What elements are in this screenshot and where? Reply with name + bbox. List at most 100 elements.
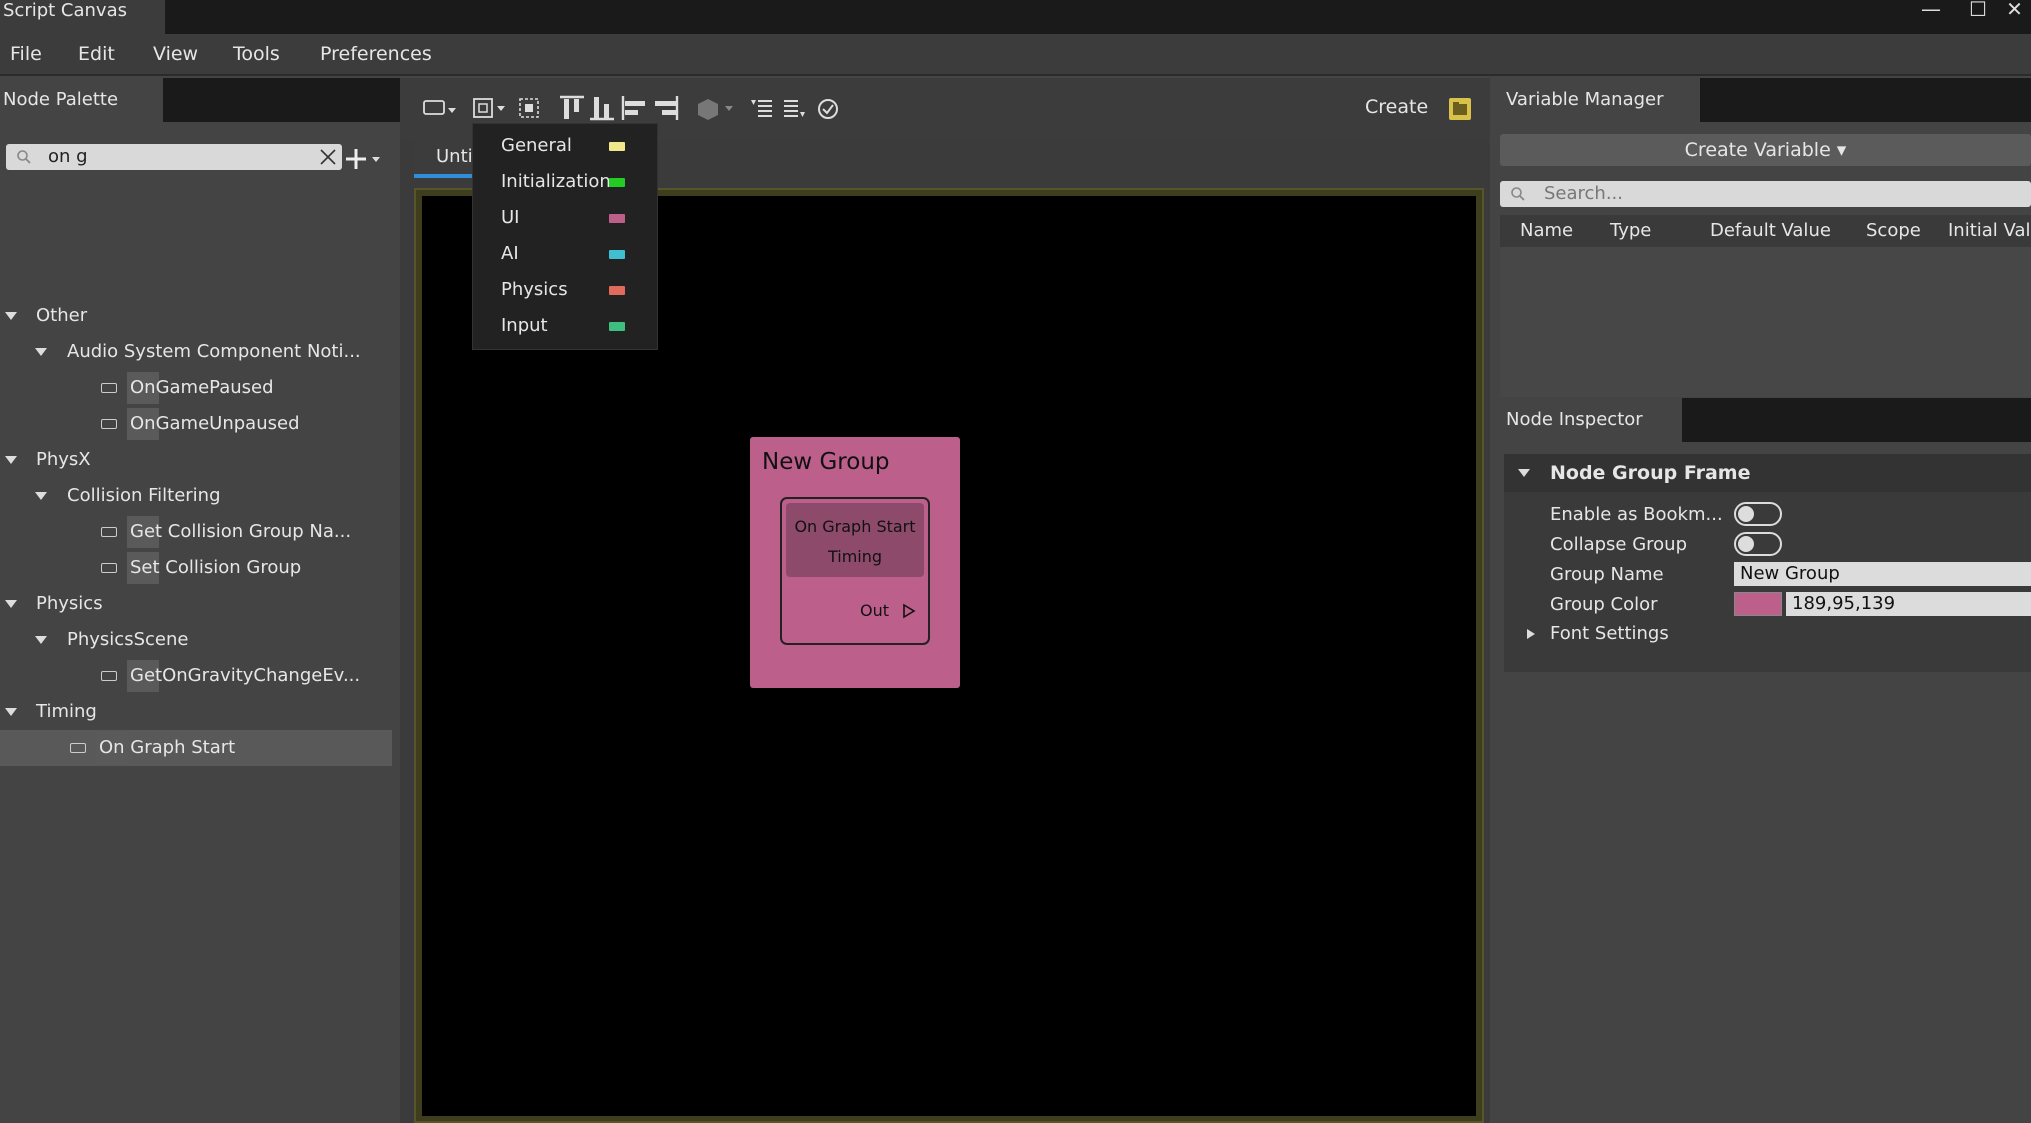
minimize-button[interactable]: — xyxy=(1908,0,1954,22)
group-name-field[interactable]: New Group xyxy=(1734,562,2031,586)
tab-node-inspector[interactable]: Node Inspector xyxy=(1492,398,1682,442)
menu-view[interactable]: View xyxy=(153,34,198,74)
align-bottom-icon[interactable] xyxy=(588,94,616,122)
create-group-icon[interactable] xyxy=(472,96,508,122)
palette-tree-item[interactable]: GetOnGravityChangeEv... xyxy=(0,658,392,694)
group-title[interactable]: New Group xyxy=(762,449,890,475)
tree-item-label: Physics xyxy=(36,593,103,614)
comment-icon[interactable] xyxy=(422,98,458,122)
on-graph-start-node[interactable]: On Graph Start Timing Out xyxy=(780,497,930,645)
search-icon xyxy=(17,150,31,164)
column-name[interactable]: Name xyxy=(1520,215,1573,247)
create-folder-icon[interactable] xyxy=(1448,97,1472,121)
create-variable-button[interactable]: Create Variable ▾ xyxy=(1500,134,2031,166)
expand-caret-icon[interactable] xyxy=(5,456,17,464)
tree-item-label: On Graph Start xyxy=(99,737,236,758)
tab-variable-manager[interactable]: Variable Manager xyxy=(1492,78,1700,122)
column-scope[interactable]: Scope xyxy=(1866,215,1921,247)
palette-tree-item[interactable]: Physics xyxy=(0,586,392,622)
expand-caret-icon[interactable] xyxy=(1526,628,1536,640)
palette-tree-item[interactable]: Audio System Component Noti... xyxy=(0,334,392,370)
palette-tree-item[interactable]: Get Collision Group Na... xyxy=(0,514,392,550)
column-initial-value[interactable]: Initial Valu xyxy=(1948,215,2031,247)
expand-caret-icon[interactable] xyxy=(5,708,17,716)
variable-search-input[interactable]: Search... xyxy=(1500,181,2031,207)
menu-bar: File Edit View Tools Preferences xyxy=(0,34,2031,76)
layout-cube-icon[interactable] xyxy=(696,96,736,122)
column-default-value[interactable]: Default Value xyxy=(1710,215,1831,247)
group-preset-item[interactable]: UI xyxy=(473,200,659,236)
palette-search-input[interactable]: on g xyxy=(6,144,342,170)
column-type[interactable]: Type xyxy=(1610,215,1651,247)
prop-font-settings-label[interactable]: Font Settings xyxy=(1550,623,1669,644)
node-palette-panel: Node Palette on g Other Audio System Comp… xyxy=(0,78,400,1123)
node-icon xyxy=(70,743,86,753)
search-icon xyxy=(1511,187,1525,201)
list-top-icon[interactable] xyxy=(750,96,774,122)
prop-collapse-group-label: Collapse Group xyxy=(1550,534,1688,555)
menu-file[interactable]: File xyxy=(10,34,42,74)
expand-caret-icon[interactable] xyxy=(5,312,17,320)
palette-tree-item[interactable]: Timing xyxy=(0,694,392,730)
palette-tree-item[interactable]: Set Collision Group xyxy=(0,550,392,586)
menu-preferences[interactable]: Preferences xyxy=(320,34,432,74)
variable-search-placeholder: Search... xyxy=(1544,183,1624,204)
prop-group-name-label: Group Name xyxy=(1550,564,1664,585)
right-panel: Variable Manager Create Variable ▾ Searc… xyxy=(1492,78,2031,1123)
tree-item-label: OnGamePaused xyxy=(130,377,274,398)
tree-item-label: Collision Filtering xyxy=(67,485,221,506)
expand-caret-icon[interactable] xyxy=(35,636,47,644)
collapse-group-toggle[interactable] xyxy=(1734,532,1782,556)
maximize-button[interactable]: ☐ xyxy=(1955,0,2001,22)
node-group[interactable]: New Group On Graph Start Timing Out xyxy=(750,437,960,688)
section-node-group-frame[interactable]: Node Group Frame xyxy=(1504,454,2031,492)
preset-color-swatch xyxy=(609,322,625,331)
expand-caret-icon[interactable] xyxy=(5,600,17,608)
palette-tree-item[interactable]: Other xyxy=(0,298,392,334)
menu-tools[interactable]: Tools xyxy=(233,34,280,74)
palette-tree-item[interactable]: OnGamePaused xyxy=(0,370,392,406)
group-preset-item[interactable]: AI xyxy=(473,236,659,272)
group-preset-item[interactable]: Input xyxy=(473,308,659,344)
out-execution-pin-icon[interactable] xyxy=(902,603,916,619)
tree-item-label: Audio System Component Noti... xyxy=(67,341,361,362)
tab-node-palette[interactable]: Node Palette xyxy=(0,78,163,122)
tree-item-label: PhysicsScene xyxy=(67,629,189,650)
menu-edit[interactable]: Edit xyxy=(78,34,115,74)
group-preset-item[interactable]: Initialization xyxy=(473,164,659,200)
align-left-icon[interactable] xyxy=(620,94,648,122)
palette-tab-bar: Node Palette xyxy=(0,78,400,122)
clear-search-icon[interactable] xyxy=(318,147,338,167)
palette-tree-item[interactable]: PhysicsScene xyxy=(0,622,392,658)
close-button[interactable]: ✕ xyxy=(1998,0,2031,22)
node-icon xyxy=(101,383,117,393)
group-color-swatch[interactable] xyxy=(1734,592,1782,616)
group-preset-item[interactable]: General xyxy=(473,128,659,164)
preset-color-swatch xyxy=(609,214,625,223)
add-node-icon[interactable] xyxy=(344,147,384,171)
align-top-icon[interactable] xyxy=(558,94,586,122)
node-icon xyxy=(101,527,117,537)
node-icon xyxy=(101,563,117,573)
align-right-icon[interactable] xyxy=(652,94,680,122)
search-value: on g xyxy=(48,146,88,167)
variable-table-header: Name Type Default Value Scope Initial Va… xyxy=(1500,215,2031,247)
palette-tree-item[interactable]: On Graph Start xyxy=(0,730,392,766)
expand-caret-icon[interactable] xyxy=(35,492,47,500)
palette-tree-item[interactable]: OnGameUnpaused xyxy=(0,406,392,442)
enable-bookmark-toggle[interactable] xyxy=(1734,502,1782,526)
group-preset-item[interactable]: Physics xyxy=(473,272,659,308)
validate-check-icon[interactable] xyxy=(816,97,840,121)
list-bottom-icon[interactable] xyxy=(782,96,806,122)
expand-caret-icon[interactable] xyxy=(35,348,47,356)
palette-tree-item[interactable]: Collision Filtering xyxy=(0,478,392,514)
prop-enable-bookmark-label: Enable as Bookm... xyxy=(1550,504,1723,525)
group-color-field[interactable]: 189,95,139 xyxy=(1786,592,2031,616)
prop-group-color-label: Group Color xyxy=(1550,594,1658,615)
preset-color-swatch xyxy=(609,142,625,151)
ungroup-icon[interactable] xyxy=(518,96,542,122)
node-header: On Graph Start Timing xyxy=(786,503,924,577)
title-bar: Script Canvas — ☐ ✕ xyxy=(0,0,2031,34)
palette-tree-item[interactable]: PhysX xyxy=(0,442,392,478)
node-inspector-tab-bar: Node Inspector xyxy=(1492,398,2031,442)
